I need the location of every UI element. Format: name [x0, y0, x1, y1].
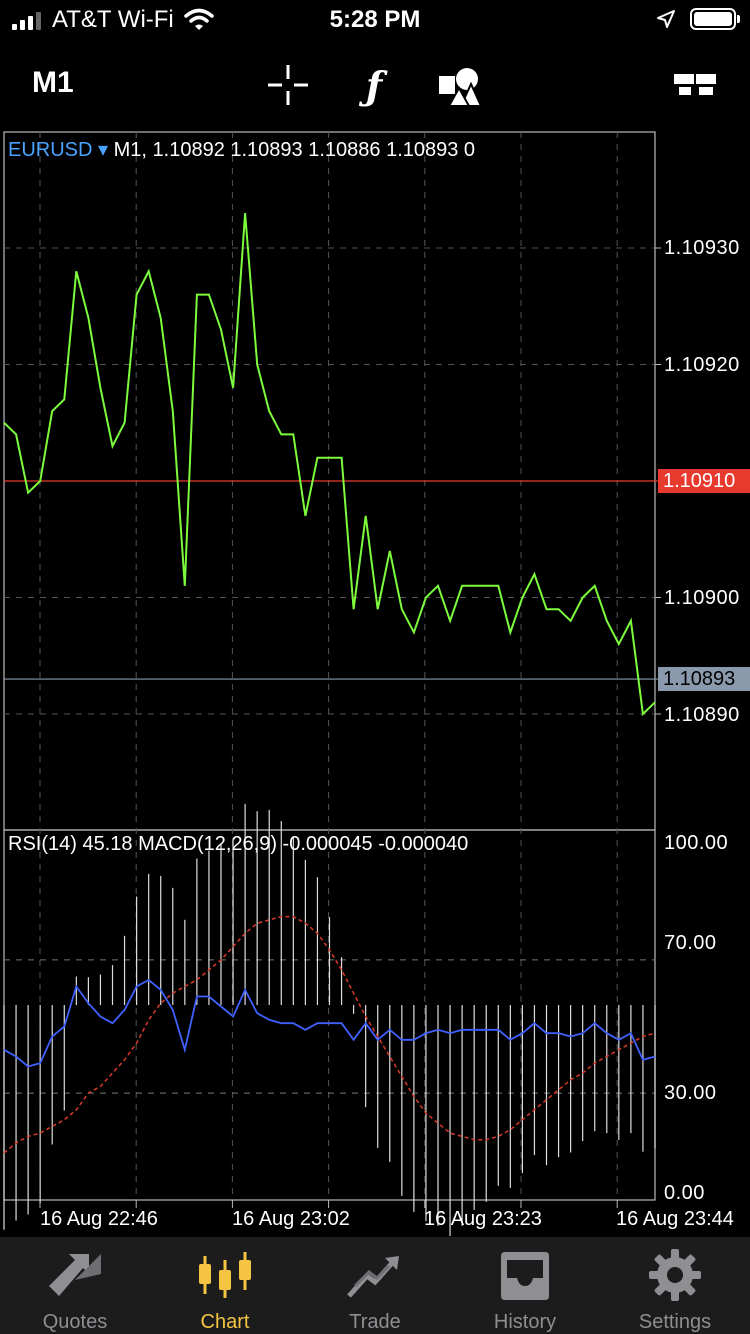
- tab-label: Settings: [638, 1311, 712, 1333]
- crosshair-button[interactable]: [265, 62, 311, 108]
- status-right: [656, 8, 740, 30]
- indicator-panel-frame: [3, 829, 656, 1201]
- chart-toolbar: M1 ƒ: [0, 50, 750, 120]
- gear-icon: [649, 1249, 701, 1301]
- objects-icon: [439, 68, 483, 106]
- chart-info: EURUSD ▾ M1, 1.10892 1.10893 1.10886 1.1…: [8, 137, 475, 162]
- timeframe-button[interactable]: M1: [32, 66, 74, 100]
- tab-history[interactable]: History: [450, 1237, 600, 1334]
- candlestick-icon: [199, 1252, 251, 1298]
- tab-label: History: [493, 1311, 557, 1333]
- price-label: 1.10920: [664, 354, 740, 376]
- window-layout-button[interactable]: [672, 62, 718, 108]
- tab-settings[interactable]: Settings: [600, 1237, 750, 1334]
- tab-label: Trade: [349, 1311, 401, 1333]
- ohlc-info: M1, 1.10892 1.10893 1.10886 1.10893 0: [113, 139, 476, 161]
- time-label: 16 Aug 23:44: [616, 1208, 734, 1230]
- tab-label: Quotes: [42, 1311, 108, 1333]
- bid-price-tag: 1.10893: [658, 667, 750, 692]
- quotes-arrows-icon: [49, 1254, 101, 1296]
- rsi-scale-label: 70.00: [664, 932, 717, 954]
- price-line: [3, 213, 656, 717]
- tab-bar: Quotes Chart Trade History Settings: [0, 1237, 750, 1334]
- inbox-icon: [501, 1252, 549, 1300]
- rsi-scale-label: 30.00: [664, 1082, 717, 1104]
- rsi-scale-label: 0.00: [664, 1182, 705, 1204]
- symbol-dropdown-icon[interactable]: ▾: [98, 139, 108, 161]
- function-icon: ƒ: [365, 62, 383, 108]
- status-bar: AT&T Wi-Fi 5:28 PM: [0, 0, 750, 42]
- layout-icon: [674, 74, 716, 95]
- price-chart[interactable]: [0, 130, 750, 1236]
- time-label: 16 Aug 23:23: [424, 1208, 542, 1230]
- price-label: 1.10930: [664, 237, 740, 259]
- time-label: 16 Aug 23:02: [232, 1208, 350, 1230]
- tab-label: Chart: [200, 1311, 250, 1333]
- indicator-info: RSI(14) 45.18 MACD(12,26,9) -0.000045 -0…: [8, 833, 469, 855]
- objects-button[interactable]: [437, 62, 483, 108]
- symbol-label[interactable]: EURUSD: [8, 139, 92, 161]
- tab-quotes[interactable]: Quotes: [0, 1237, 150, 1334]
- status-time: 5:28 PM: [329, 6, 421, 33]
- tab-chart[interactable]: Chart: [150, 1237, 300, 1334]
- indicators-button[interactable]: ƒ: [351, 62, 397, 108]
- crosshair-icon: [268, 65, 308, 105]
- rsi-scale-label: 100.00: [664, 832, 729, 854]
- trade-trend-icon: [347, 1256, 399, 1298]
- time-label: 16 Aug 22:46: [40, 1208, 158, 1230]
- tab-trade[interactable]: Trade: [300, 1237, 450, 1334]
- battery-icon: [690, 8, 740, 30]
- level-price-tag: 1.10910: [658, 469, 750, 493]
- price-label: 1.10890: [664, 704, 740, 726]
- chart-area[interactable]: EURUSD ▾ M1, 1.10892 1.10893 1.10886 1.1…: [0, 130, 750, 1236]
- price-label: 1.10900: [664, 587, 740, 609]
- location-icon: [657, 10, 675, 28]
